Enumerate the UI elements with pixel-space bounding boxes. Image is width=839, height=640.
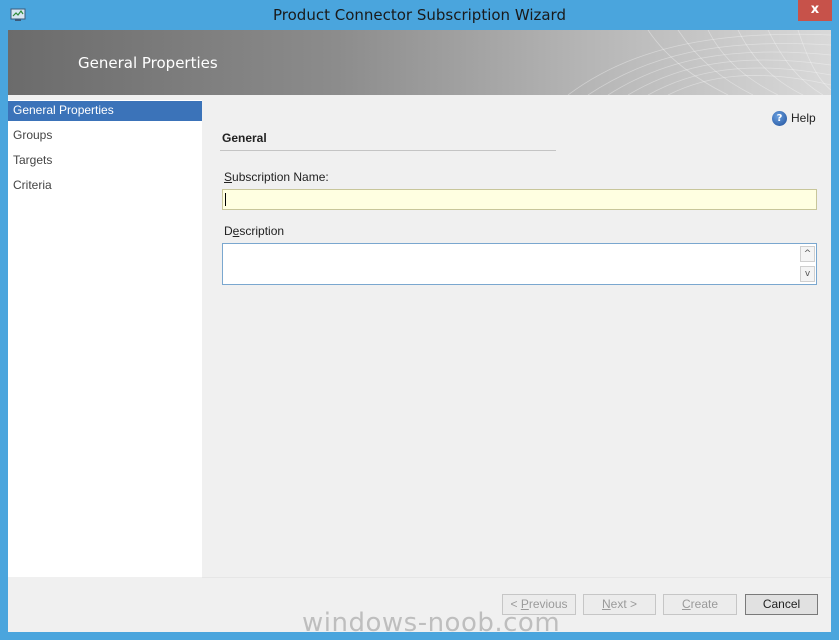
description-textarea[interactable]: ^ v [222, 243, 817, 285]
window-title: Product Connector Subscription Wizard [273, 6, 566, 24]
scroll-down-button[interactable]: v [800, 266, 815, 282]
nav-item-general-properties[interactable]: General Properties [8, 101, 202, 121]
wizard-client-area: General Properties General Properties Gr… [8, 30, 831, 632]
section-divider [220, 150, 556, 151]
watermark-text: windows-noob.com [302, 608, 561, 638]
cancel-button[interactable]: Cancel [745, 594, 818, 615]
help-icon: ? [772, 110, 787, 126]
subscription-name-label-text: ubscription Name: [232, 170, 329, 184]
help-label: Help [791, 111, 816, 125]
subscription-name-input[interactable] [222, 189, 817, 210]
wizard-banner: General Properties [8, 30, 831, 95]
nav-item-criteria[interactable]: Criteria [8, 176, 202, 196]
close-icon: x [810, 2, 820, 17]
banner-title: General Properties [78, 54, 218, 72]
scroll-up-button[interactable]: ^ [800, 246, 815, 262]
help-link[interactable]: ? Help [772, 110, 816, 126]
description-label-text: scription [239, 224, 285, 238]
wizard-nav-panel: General Properties Groups Targets Criter… [8, 100, 202, 577]
title-bar[interactable]: Product Connector Subscription Wizard x [0, 0, 839, 30]
create-button[interactable]: Create [663, 594, 737, 615]
chevron-down-icon: v [804, 269, 811, 279]
wizard-window: Product Connector Subscription Wizard x [0, 0, 839, 640]
chevron-up-icon: ^ [803, 249, 812, 259]
subscription-name-label: Subscription Name: [224, 170, 329, 184]
next-label: ext > [610, 597, 638, 611]
nav-item-groups[interactable]: Groups [8, 126, 202, 146]
description-label-first: D [224, 224, 233, 238]
subscription-name-mnemonic: S [224, 170, 233, 184]
text-caret [225, 193, 226, 206]
nav-item-targets[interactable]: Targets [8, 151, 202, 171]
footer-divider [202, 577, 831, 578]
create-mnemonic: C [681, 597, 691, 611]
create-label: reate [690, 597, 719, 611]
description-label: Description [224, 224, 284, 238]
close-button[interactable]: x [798, 0, 832, 21]
section-title: General [222, 131, 267, 145]
next-mnemonic: N [601, 597, 611, 611]
next-button[interactable]: Next > [583, 594, 656, 615]
